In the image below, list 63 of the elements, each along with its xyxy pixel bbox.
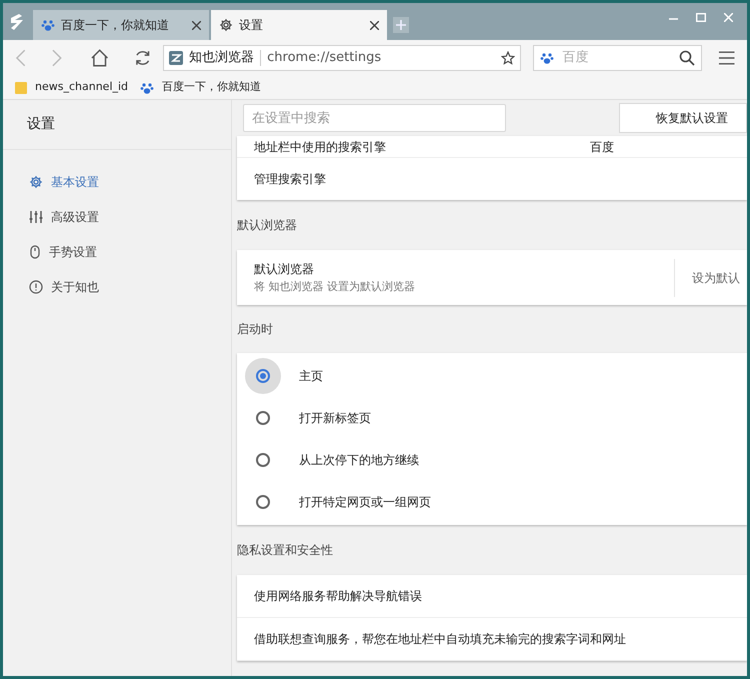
search-input[interactable]: 百度 <box>562 48 671 68</box>
search-box[interactable]: 百度 <box>533 45 702 71</box>
url-text: chrome://settings <box>267 49 382 68</box>
radio-label: 打开新标签页 <box>299 410 371 427</box>
bookmark-link[interactable]: news_channel_id <box>15 79 128 96</box>
set-default-button[interactable]: 设为默认 <box>675 268 747 286</box>
setting-label[interactable]: 使用网络服务帮助解决导航错误 <box>254 587 422 605</box>
radio-button[interactable] <box>256 495 270 509</box>
sidebar-item[interactable]: 手势设置 <box>3 234 231 269</box>
radio-option[interactable]: 打开新标签页 <box>237 397 747 439</box>
setting-title: 默认浏览器 <box>254 260 315 278</box>
sidebar-title: 设置 <box>3 100 231 150</box>
settings-search-field[interactable]: 在设置中搜索 <box>243 104 506 132</box>
radio-label: 从上次停下的地方继续 <box>299 452 419 469</box>
folder-icon <box>15 80 27 94</box>
sidebar-label: 高级设置 <box>51 208 99 226</box>
sidebar-label: 手势设置 <box>49 244 97 260</box>
star-icon[interactable] <box>501 51 516 65</box>
section-heading: 启动时 <box>237 321 274 338</box>
sidebar-item[interactable]: 高级设置 <box>3 199 231 234</box>
setting-label[interactable]: 管理搜索引擎 <box>254 170 730 188</box>
paw-icon <box>540 51 554 65</box>
mouse-icon <box>29 244 41 258</box>
radio-button[interactable] <box>256 453 270 467</box>
sidebar-label: 基本设置 <box>51 174 99 190</box>
radio-button[interactable] <box>256 411 270 425</box>
site-name: 知也浏览器 <box>189 49 254 68</box>
setting-description: 将 知也浏览器 设置为默认浏览器 <box>254 278 416 295</box>
sidebar-item[interactable]: 关于知也 <box>3 269 231 304</box>
radio-option[interactable]: 从上次停下的地方继续 <box>237 439 747 481</box>
bookmark-link[interactable]: 百度一下，你就知道 <box>140 79 262 96</box>
close-icon[interactable] <box>370 20 379 30</box>
site-logo-icon <box>169 51 184 65</box>
reset-button[interactable]: 恢复默认设置 <box>619 103 747 133</box>
search-icon[interactable] <box>678 50 695 66</box>
setting-label[interactable]: 地址栏中使用的搜索引擎 <box>254 138 590 156</box>
radio-option[interactable]: 主页 <box>237 355 747 397</box>
sliders-icon <box>29 210 43 224</box>
address-bar[interactable]: 知也浏览器 chrome://settings <box>163 45 522 71</box>
home-icon[interactable] <box>90 49 110 67</box>
refresh-icon[interactable] <box>134 49 152 67</box>
radio-button[interactable] <box>256 369 270 383</box>
setting-label[interactable]: 借助联想查询服务，帮您在地址栏中自动填充未输完的搜索字词和网址 <box>254 630 626 648</box>
maximize-icon[interactable] <box>696 13 706 22</box>
paw-icon <box>41 18 55 32</box>
close-icon[interactable] <box>192 20 201 30</box>
gear-icon <box>29 174 43 188</box>
menu-icon[interactable] <box>718 51 735 65</box>
sidebar-item[interactable]: 基本设置 <box>3 164 231 199</box>
info-icon <box>29 280 43 294</box>
browser-tab[interactable]: 百度一下，你就知道 <box>33 10 209 40</box>
section-heading: 隐私设置和安全性 <box>237 542 334 559</box>
section-heading: 默认浏览器 <box>237 217 298 234</box>
radio-label: 打开特定网页或一组网页 <box>299 494 431 511</box>
sidebar-label: 关于知也 <box>51 278 99 296</box>
tab-title: 百度一下，你就知道 <box>61 17 170 34</box>
radio-option[interactable]: 打开特定网页或一组网页 <box>237 481 747 523</box>
paw-icon <box>140 80 154 94</box>
gear-icon <box>219 18 233 32</box>
setting-value[interactable]: 百度 <box>590 138 730 156</box>
tab-title: 设置 <box>239 17 264 34</box>
browser-tab[interactable]: 设置 <box>211 10 387 40</box>
radio-label: 主页 <box>299 368 323 385</box>
